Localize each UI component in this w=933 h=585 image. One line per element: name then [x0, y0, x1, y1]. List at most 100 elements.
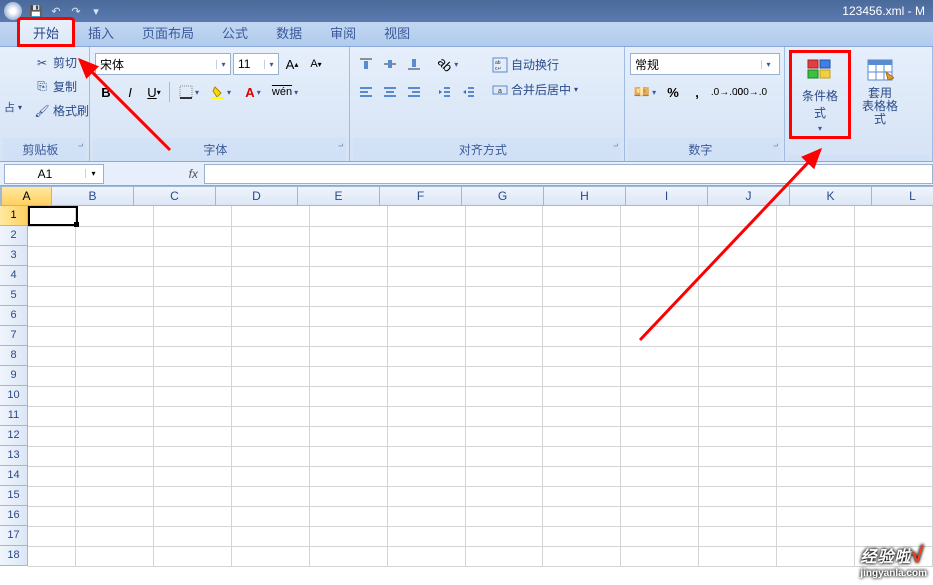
cell[interactable] [153, 226, 231, 246]
cell[interactable] [387, 386, 465, 406]
cell[interactable] [387, 326, 465, 346]
cell[interactable] [153, 466, 231, 486]
cell[interactable] [855, 306, 933, 326]
cell[interactable] [28, 246, 76, 266]
cell[interactable] [699, 266, 777, 286]
cell[interactable] [543, 426, 621, 446]
column-header[interactable]: G [462, 186, 544, 206]
cell[interactable] [231, 406, 309, 426]
cell[interactable] [855, 326, 933, 346]
cell[interactable] [543, 286, 621, 306]
row-header[interactable]: 5 [0, 286, 28, 306]
cell[interactable] [387, 306, 465, 326]
copy-button[interactable]: ⎘复制 [29, 75, 94, 98]
cell[interactable] [699, 446, 777, 466]
cell[interactable] [387, 226, 465, 246]
row-header[interactable]: 8 [0, 346, 28, 366]
orientation-icon[interactable]: ab [433, 53, 463, 75]
cell[interactable] [465, 526, 543, 546]
cell[interactable] [543, 246, 621, 266]
formula-input[interactable] [204, 164, 933, 184]
column-header[interactable]: B [52, 186, 134, 206]
cell[interactable] [76, 366, 154, 386]
cell[interactable] [28, 546, 76, 566]
cell[interactable] [543, 226, 621, 246]
cell[interactable] [621, 406, 699, 426]
decrease-decimal-icon[interactable]: .00→.0 [740, 81, 762, 103]
cell[interactable] [309, 386, 387, 406]
cell[interactable] [231, 346, 309, 366]
cell[interactable] [387, 366, 465, 386]
cell[interactable] [309, 466, 387, 486]
cell[interactable] [465, 306, 543, 326]
cell[interactable] [387, 506, 465, 526]
cell[interactable] [28, 446, 76, 466]
cell[interactable] [28, 286, 76, 306]
cell[interactable] [309, 306, 387, 326]
cell[interactable] [28, 506, 76, 526]
cell[interactable] [231, 486, 309, 506]
cell[interactable] [28, 366, 76, 386]
percent-icon[interactable]: % [662, 81, 684, 103]
cell[interactable] [855, 226, 933, 246]
cell[interactable] [699, 306, 777, 326]
row-header[interactable]: 2 [0, 226, 28, 246]
decrease-font-icon[interactable]: A▾ [305, 53, 327, 75]
row-header[interactable]: 14 [0, 466, 28, 486]
tab-review[interactable]: 审阅 [316, 19, 370, 46]
cell[interactable] [309, 206, 387, 226]
cell[interactable] [153, 546, 231, 566]
cell[interactable] [855, 426, 933, 446]
cell[interactable] [153, 306, 231, 326]
cell[interactable] [28, 466, 76, 486]
cell[interactable] [76, 346, 154, 366]
cell[interactable] [777, 306, 855, 326]
cell[interactable] [309, 226, 387, 246]
row-header[interactable]: 3 [0, 246, 28, 266]
cell[interactable] [231, 506, 309, 526]
tab-data[interactable]: 数据 [262, 19, 316, 46]
cell[interactable] [543, 446, 621, 466]
cell[interactable] [153, 486, 231, 506]
column-header[interactable]: L [872, 186, 933, 206]
cell[interactable] [309, 486, 387, 506]
cut-button[interactable]: ✂剪切 [29, 51, 94, 74]
cell[interactable] [621, 386, 699, 406]
cell[interactable] [465, 446, 543, 466]
increase-font-icon[interactable]: A▴ [281, 53, 303, 75]
cell[interactable] [855, 246, 933, 266]
cell[interactable] [777, 346, 855, 366]
cell[interactable] [387, 346, 465, 366]
row-header[interactable]: 12 [0, 426, 28, 446]
cell[interactable] [543, 526, 621, 546]
cell[interactable] [465, 266, 543, 286]
cell[interactable] [465, 226, 543, 246]
tab-home[interactable]: 开始 [18, 18, 74, 46]
column-header[interactable]: K [790, 186, 872, 206]
cell[interactable] [28, 266, 76, 286]
cell[interactable] [465, 346, 543, 366]
cell[interactable] [699, 426, 777, 446]
cell[interactable] [76, 266, 154, 286]
cell[interactable] [621, 246, 699, 266]
cell[interactable] [153, 446, 231, 466]
cell[interactable] [153, 246, 231, 266]
cell[interactable] [543, 306, 621, 326]
cell[interactable] [309, 506, 387, 526]
cell[interactable] [309, 426, 387, 446]
fx-label[interactable]: fx [104, 167, 204, 181]
cell[interactable] [777, 266, 855, 286]
cell[interactable] [231, 246, 309, 266]
cell[interactable] [153, 406, 231, 426]
column-header[interactable]: A [2, 186, 52, 206]
cell[interactable] [309, 546, 387, 566]
cell[interactable] [699, 286, 777, 306]
cell[interactable] [699, 366, 777, 386]
cell[interactable] [465, 546, 543, 566]
cell[interactable] [855, 506, 933, 526]
cell[interactable] [309, 406, 387, 426]
cell[interactable] [387, 286, 465, 306]
cell[interactable] [231, 226, 309, 246]
cell[interactable] [465, 206, 543, 226]
cell[interactable] [699, 386, 777, 406]
